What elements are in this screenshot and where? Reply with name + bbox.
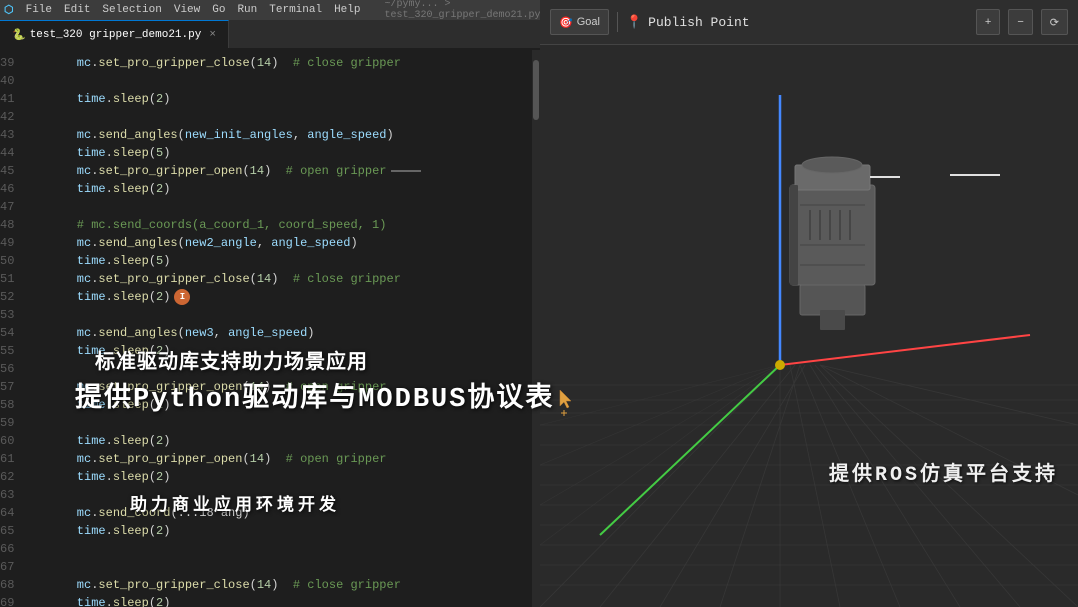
code-line-54: mc.send_angles(new3, angle_speed) [48, 324, 540, 342]
scroll-thumb[interactable] [533, 60, 539, 120]
grid-svg [540, 45, 1078, 607]
code-line-51: mc.set_pro_gripper_close(14) # close gri… [48, 270, 540, 288]
code-line-55: time.sleep(2) [48, 342, 540, 360]
code-line-67 [48, 558, 540, 576]
code-line-48: # mc.send_coords(a_coord_1, coord_speed,… [48, 216, 540, 234]
code-line-63 [48, 486, 540, 504]
code-line-64: mc.send_coord(...18 ang) [48, 504, 540, 522]
zoom-in-button[interactable]: + [976, 9, 1000, 35]
code-line-52: time.sleep(2) I [48, 288, 540, 306]
code-line-66 [48, 540, 540, 558]
window-path: ~/pymy... > test_320_gripper_demo21.py [384, 0, 540, 21]
toolbar-separator-1 [617, 12, 618, 32]
menu-view[interactable]: View [174, 4, 200, 16]
code-line-57: mc.set_pro_gripper_open(14) # open gripp… [48, 378, 540, 396]
code-line-68: mc.set_pro_gripper_close(14) # close gri… [48, 576, 540, 594]
code-line-62: time.sleep(2) [48, 468, 540, 486]
menu-file[interactable]: File [26, 4, 52, 16]
code-line-47 [48, 198, 540, 216]
tab-icon: 🐍 [12, 28, 26, 42]
code-line-65: time.sleep(2) [48, 522, 540, 540]
code-line-60: time.sleep(2) [48, 432, 540, 450]
reset-view-button[interactable]: ⟳ [1041, 9, 1068, 35]
menu-help[interactable]: Help [334, 4, 360, 16]
code-line-39: mc.set_pro_gripper_close(14) # close gri… [48, 54, 540, 72]
code-line-42 [48, 108, 540, 126]
code-content[interactable]: mc.set_pro_gripper_close(14) # close gri… [42, 50, 540, 607]
code-line-56 [48, 360, 540, 378]
code-line-46: time.sleep(2) [48, 180, 540, 198]
tab-label: test_320 gripper_demo21.py [30, 29, 202, 41]
goal-button[interactable]: 🎯 Goal [550, 9, 609, 35]
code-line-49: mc.send_angles(new2_angle, angle_speed) [48, 234, 540, 252]
menu-edit[interactable]: Edit [64, 4, 90, 16]
menu-go[interactable]: Go [212, 4, 225, 16]
menu-selection[interactable]: Selection [102, 4, 161, 16]
viewport-panel: 🎯 Goal 📍 Publish Point + − ⟳ [540, 0, 1078, 607]
code-area[interactable]: 39 40 41 42 43 44 45 46 47 48 49 50 51 5… [0, 50, 540, 607]
viewport-toolbar: 🎯 Goal 📍 Publish Point + − ⟳ [540, 0, 1078, 45]
scrollbar[interactable] [532, 50, 540, 607]
goal-label: Goal [577, 16, 600, 28]
editor-tab-active[interactable]: 🐍 test_320 gripper_demo21.py × [0, 20, 229, 48]
zoom-out-icon: − [1017, 16, 1023, 28]
code-line-50: time.sleep(5) [48, 252, 540, 270]
code-line-43: mc.send_angles(new_init_angles, angle_sp… [48, 126, 540, 144]
code-line-58: time.sleep(2) [48, 396, 540, 414]
code-line-45: mc.set_pro_gripper_open(14) # open gripp… [48, 162, 540, 180]
code-line-61: mc.set_pro_gripper_open(14) # open gripp… [48, 450, 540, 468]
goal-icon: 🎯 [559, 16, 573, 29]
publish-point-section: 📍 Publish Point [626, 15, 750, 30]
reset-icon: ⟳ [1050, 16, 1059, 29]
pin-icon: 📍 [626, 15, 642, 30]
code-line-40 [48, 72, 540, 90]
menu-run[interactable]: Run [237, 4, 257, 16]
zoom-in-icon: + [985, 16, 991, 28]
menu-bar: ⬡ File Edit Selection View Go Run Termin… [0, 0, 540, 20]
tab-bar: 🐍 test_320 gripper_demo21.py × [0, 20, 540, 48]
scene-canvas[interactable]: 提供ROS仿真平台支持 [540, 45, 1078, 607]
editor-panel: ⬡ File Edit Selection View Go Run Termin… [0, 0, 540, 607]
code-line-41: time.sleep(2) [48, 90, 540, 108]
app-icon: ⬡ [4, 3, 14, 17]
publish-point-label: Publish Point [648, 15, 749, 30]
code-line-44: time.sleep(5) [48, 144, 540, 162]
code-line-59 [48, 414, 540, 432]
menu-terminal[interactable]: Terminal [269, 4, 322, 16]
code-line-53 [48, 306, 540, 324]
tab-close-icon[interactable]: × [209, 29, 216, 41]
zoom-out-button[interactable]: − [1008, 9, 1032, 35]
line-numbers: 39 40 41 42 43 44 45 46 47 48 49 50 51 5… [0, 50, 42, 607]
code-line-69: time.sleep(2) [48, 594, 540, 607]
